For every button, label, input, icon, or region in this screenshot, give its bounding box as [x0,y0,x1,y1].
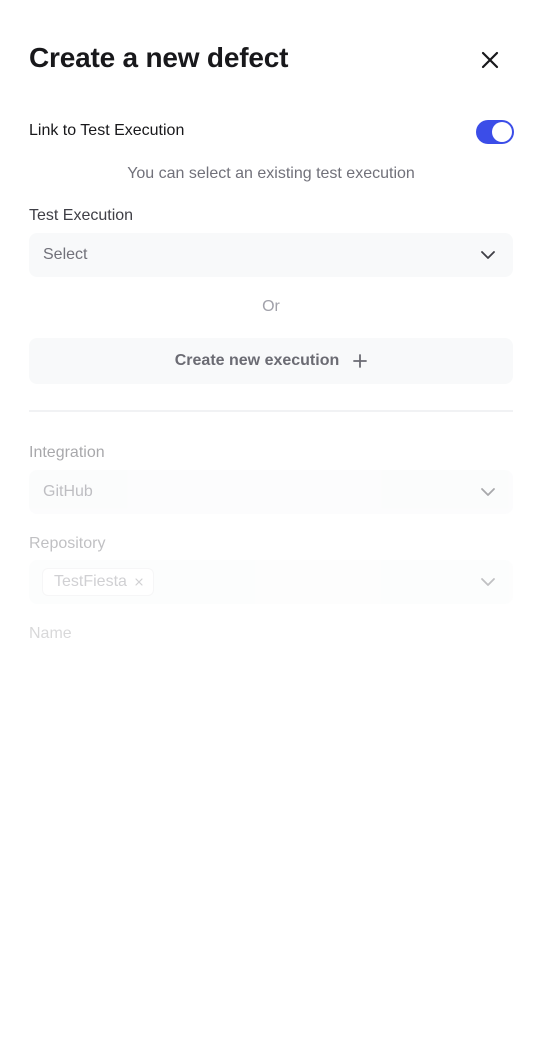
toggle-knob [492,122,512,142]
repository-select[interactable]: TestFiesta [29,560,513,604]
chip-remove-icon[interactable] [135,578,143,586]
plus-icon [353,354,368,368]
or-separator: Or [262,298,280,315]
test-execution-placeholder: Select [43,246,88,263]
page-title: Create a new defect [29,42,289,73]
integration-select[interactable]: GitHub [29,470,513,514]
create-new-execution-button[interactable]: Create new execution [29,338,513,384]
repository-chip: TestFiesta [42,568,154,596]
chevron-down-icon [481,578,495,586]
repository-chip-label: TestFiesta [54,573,127,590]
repository-label: Repository [29,535,106,552]
close-button[interactable] [478,48,502,72]
chevron-down-icon [481,488,495,496]
section-divider [29,410,513,412]
create-new-execution-label: Create new execution [174,352,340,369]
integration-value: GitHub [43,483,93,500]
link-test-execution-toggle[interactable] [476,120,514,144]
close-icon [481,51,499,69]
integration-label: Integration [29,444,105,461]
test-execution-select[interactable]: Select [29,233,513,277]
test-execution-label: Test Execution [29,207,134,224]
name-label: Name [29,625,72,642]
create-defect-panel: Create a new defect Link to Test Executi… [0,0,558,1056]
link-toggle-label: Link to Test Execution [29,122,185,139]
chevron-down-icon [481,251,495,259]
link-hint-text: You can select an existing test executio… [127,165,415,182]
